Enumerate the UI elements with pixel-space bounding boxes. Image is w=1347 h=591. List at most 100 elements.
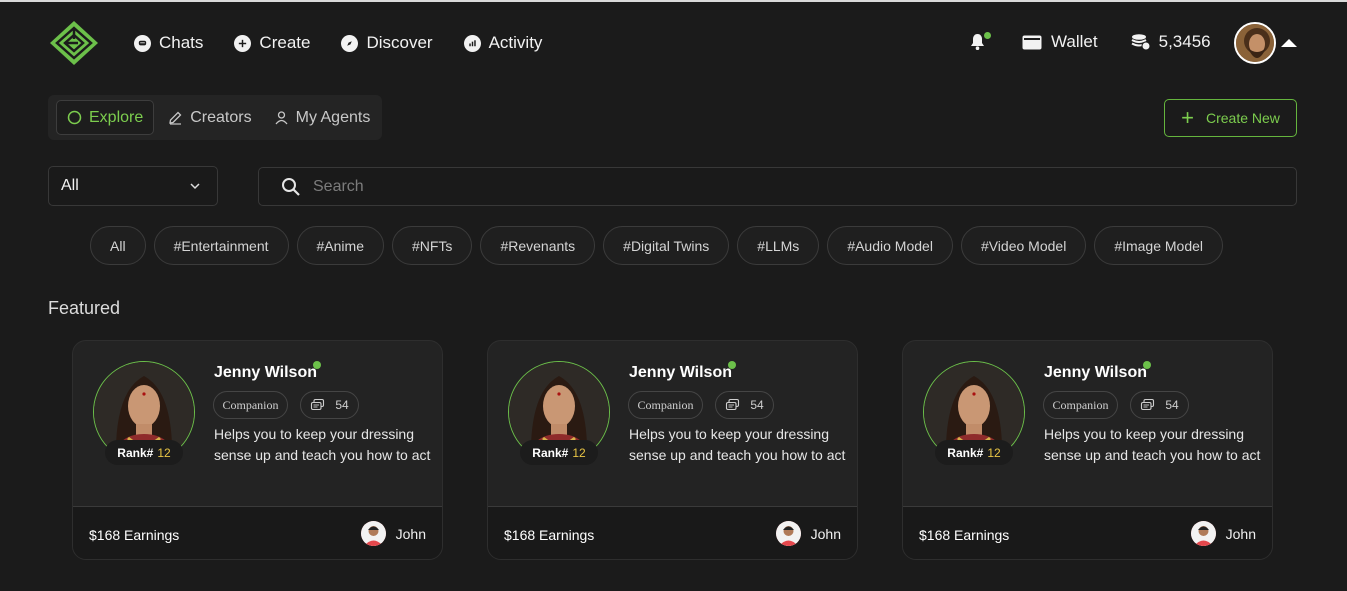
agent-card[interactable]: Rank# 12 Jenny Wilson Companion 54 Helps… [487,340,858,560]
tab-label: Creators [190,108,252,126]
search-input[interactable] [313,177,1213,196]
creator-avatar [1190,521,1216,546]
creator-name: John [810,525,841,542]
card-footer: $168 Earnings John [73,507,442,559]
create-new-label: Create New [1205,110,1280,126]
chat-count: 54 [750,398,764,412]
agent-name: Jenny Wilson [629,364,732,381]
chat-bubbles-icon [311,398,325,410]
nav-label: Chats [159,33,204,52]
creator-avatar [360,521,386,546]
wallet-icon [1022,35,1042,49]
agent-name: Jenny Wilson [1044,364,1147,381]
chat-count-badge: 54 [300,391,359,419]
logo-icon[interactable] [48,19,100,67]
chip-nfts[interactable]: #NFTs [391,226,473,265]
creator-name: John [395,525,426,542]
agent-description: Helps you to keep your dressing sense up… [629,426,846,463]
rank-badge: Rank# 12 [105,440,183,465]
tab-explore[interactable]: Explore [56,100,155,135]
chat-count-badge: 54 [1130,391,1189,419]
chip-image-model[interactable]: #Image Model [1094,226,1224,265]
nav-label: Discover [366,33,433,52]
plus-icon: + [1181,105,1194,130]
profile-avatar[interactable] [1234,22,1276,64]
search-icon [282,177,300,196]
agent-type-badge: Companion [213,391,288,419]
chip-entertainment[interactable]: #Entertainment [153,226,289,265]
nav-activity[interactable]: Activity [463,33,543,53]
rank-badge: Rank# 12 [520,440,598,465]
tab-label: Explore [89,108,144,126]
chip-revenants[interactable]: #Revenants [480,226,596,265]
circle-icon [67,110,82,125]
agent-card[interactable]: Rank# 12 Jenny Wilson Companion 54 Helps… [902,340,1273,560]
coins-icon [1131,34,1151,51]
chart-icon [463,34,481,52]
featured-heading: Featured [48,298,121,318]
coin-balance[interactable]: 5,3456 [1131,32,1211,52]
bell-icon [971,34,984,50]
pen-icon [169,111,182,125]
nav-chats[interactable]: Chats [134,33,203,53]
notification-dot [984,32,991,39]
create-new-button[interactable]: + Create New [1164,99,1297,137]
creator-avatar [775,521,801,546]
chat-icon [134,34,151,52]
rank-number: 12 [157,445,171,460]
header-actions: Wallet 5,3456 [970,30,1211,54]
chat-bubbles-icon [726,398,740,410]
creator-info[interactable]: John [360,521,426,546]
plus-circle-icon [234,34,252,52]
tab-creators[interactable]: Creators [160,100,259,135]
chip-llms[interactable]: #LLMs [737,226,820,265]
card-footer: $168 Earnings John [488,507,857,559]
tab-my-agents[interactable]: My Agents [266,100,379,135]
nav-label: Activity [488,33,543,52]
tab-label: My Agents [295,108,371,126]
rank-label: Rank# [947,445,984,460]
card-footer: $168 Earnings John [903,507,1272,559]
chip-video-model[interactable]: #Video Model [960,226,1087,265]
caret-up-icon[interactable] [1281,39,1297,47]
creator-name: John [1225,525,1256,542]
category-select[interactable]: All [48,166,218,206]
rank-label: Rank# [532,445,569,460]
top-border [0,0,1347,2]
chat-bubbles-icon [1141,398,1155,410]
agent-name: Jenny Wilson [214,364,317,381]
creator-info[interactable]: John [775,521,841,546]
chip-digital-twins[interactable]: #Digital Twins [603,226,730,265]
agent-type-badge: Companion [628,391,703,419]
online-indicator [1143,361,1151,369]
rank-badge: Rank# 12 [935,440,1013,465]
rank-number: 12 [987,445,1001,460]
nav-discover[interactable]: Discover [341,33,433,53]
chip-all[interactable]: All [90,226,146,265]
nav-label: Create [259,33,311,52]
online-indicator [313,361,321,369]
chip-anime[interactable]: #Anime [296,226,384,265]
chat-count-badge: 54 [715,391,774,419]
search-box [258,167,1297,206]
chat-count: 54 [335,398,349,412]
user-icon [275,111,288,125]
creator-info[interactable]: John [1190,521,1256,546]
earnings-text: $168 Earnings [504,527,595,543]
nav-create[interactable]: Create [234,33,310,53]
view-tabs: Explore Creators My Agents [48,95,382,140]
online-indicator [728,361,736,369]
chip-audio-model[interactable]: #Audio Model [827,226,953,265]
rank-label: Rank# [117,445,154,460]
notifications-button[interactable] [970,30,991,54]
main-nav: Chats Create Discover Activity [134,33,542,53]
chat-count: 54 [1165,398,1179,412]
compass-icon [341,34,359,52]
tag-chips: All #Entertainment #Anime #NFTs #Revenan… [90,226,1224,265]
agent-card[interactable]: Rank# 12 Jenny Wilson Companion 54 Helps… [72,340,443,560]
avatar-image [1236,24,1274,62]
earnings-text: $168 Earnings [919,527,1010,543]
agent-type-badge: Companion [1043,391,1118,419]
wallet-button[interactable]: Wallet [1022,32,1098,52]
agent-description: Helps you to keep your dressing sense up… [214,426,431,463]
